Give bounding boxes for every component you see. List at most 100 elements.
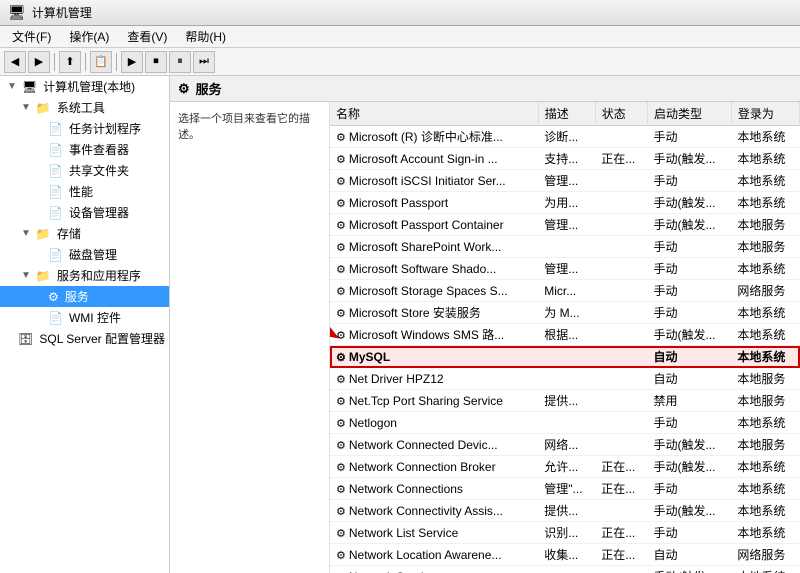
service-name: ⚙Network List Service bbox=[330, 522, 538, 544]
back-button[interactable]: ◀ bbox=[4, 51, 26, 73]
service-name: ⚙Microsoft Account Sign-in ... bbox=[330, 148, 538, 170]
service-desc: 允许... bbox=[538, 456, 595, 478]
gear-icon: ⚙ bbox=[336, 352, 346, 364]
service-status: 正在... bbox=[595, 544, 647, 566]
sidebar-item-devmgr[interactable]: 📄设备管理器 bbox=[0, 202, 169, 223]
table-row[interactable]: ⚙Microsoft Account Sign-in ...支持...正在...… bbox=[330, 148, 800, 170]
sidebar-item-services[interactable]: ⚙服务 bbox=[0, 286, 169, 307]
pause-button[interactable]: ⏸ bbox=[169, 51, 191, 73]
column-header[interactable]: 状态 bbox=[595, 102, 647, 126]
sidebar-item-event[interactable]: 📄事件查看器 bbox=[0, 139, 169, 160]
service-desc: 收集... bbox=[538, 544, 595, 566]
gear-icon: ⚙ bbox=[336, 220, 346, 232]
service-name: ⚙Network Connectivity Assis... bbox=[330, 500, 538, 522]
service-status: 正在... bbox=[595, 522, 647, 544]
service-login: 本地服务 bbox=[731, 236, 799, 258]
service-status bbox=[595, 566, 647, 573]
table-row[interactable]: ⚙Network List Service识别...正在...手动本地系统 bbox=[330, 522, 800, 544]
menu-item[interactable]: 帮助(H) bbox=[177, 26, 234, 47]
item-icon: 📄 bbox=[48, 206, 63, 220]
item-icon: 📄 bbox=[48, 143, 63, 157]
table-row[interactable]: ⚙Network Connected Devic...网络...手动(触发...… bbox=[330, 434, 800, 456]
table-row[interactable]: ⚙Network Connectivity Assis...提供...手动(触发… bbox=[330, 500, 800, 522]
gear-icon: ⚙ bbox=[336, 462, 346, 474]
menu-item[interactable]: 文件(F) bbox=[4, 26, 59, 47]
services-icon: ⚙ bbox=[48, 290, 59, 304]
sidebar-item-root[interactable]: ▼🖥计算机管理(本地) bbox=[0, 76, 169, 97]
description-panel: 选择一个项目来查看它的描述。 bbox=[170, 102, 330, 573]
up-button[interactable]: ⬆ bbox=[59, 51, 81, 73]
table-row[interactable]: ⚙Microsoft SharePoint Work...手动本地服务 bbox=[330, 236, 800, 258]
gear-icon: ⚙ bbox=[336, 528, 346, 540]
sidebar-item-tools[interactable]: ▼📁系统工具 bbox=[0, 97, 169, 118]
sidebar-item-sqlserver[interactable]: 🗄SQL Server 配置管理器 bbox=[0, 328, 169, 349]
show-hide-button[interactable]: 📋 bbox=[90, 51, 112, 73]
service-name: ⚙Net.Tcp Port Sharing Service bbox=[330, 390, 538, 412]
sidebar-label: 性能 bbox=[69, 183, 93, 200]
table-row[interactable]: ⚙Network Connections管理"...正在...手动本地系统 bbox=[330, 478, 800, 500]
service-startup: 手动(触发... bbox=[647, 500, 731, 522]
column-header[interactable]: 登录为 bbox=[731, 102, 799, 126]
table-row[interactable]: ⚙Microsoft Passport为用...手动(触发...本地系统 bbox=[330, 192, 800, 214]
service-login: 本地系统 bbox=[731, 126, 799, 148]
table-row[interactable]: ⚙Microsoft Storage Spaces S...Micr...手动网… bbox=[330, 280, 800, 302]
table-row[interactable]: ⚙Network Connection Broker允许...正在...手动(触… bbox=[330, 456, 800, 478]
sidebar-item-task[interactable]: 📄任务计划程序 bbox=[0, 118, 169, 139]
column-header[interactable]: 名称 bbox=[330, 102, 538, 126]
sidebar-item-diskmgr[interactable]: 📄磁盘管理 bbox=[0, 244, 169, 265]
service-desc: 提供... bbox=[538, 390, 595, 412]
service-login: 本地服务 bbox=[731, 368, 799, 390]
service-desc: 管理"... bbox=[538, 478, 595, 500]
service-name: ⚙Microsoft Passport Container bbox=[330, 214, 538, 236]
service-name: ⚙Netlogon bbox=[330, 412, 538, 434]
service-startup: 手动 bbox=[647, 258, 731, 280]
sidebar-item-share[interactable]: 📄共享文件夹 bbox=[0, 160, 169, 181]
table-row[interactable]: ⚙Network Service手动(触发...本地系统 bbox=[330, 566, 800, 573]
item-icon: 📄 bbox=[48, 185, 63, 199]
service-desc bbox=[538, 236, 595, 258]
column-header[interactable]: 启动类型 bbox=[647, 102, 731, 126]
gear-icon: ⚙ bbox=[336, 550, 346, 562]
sql-icon: 🗄 bbox=[18, 332, 33, 346]
forward-button[interactable]: ▶ bbox=[28, 51, 50, 73]
service-status bbox=[595, 500, 647, 522]
service-startup: 手动(触发... bbox=[647, 324, 731, 346]
service-startup: 手动 bbox=[647, 302, 731, 324]
service-startup: 手动(触发... bbox=[647, 214, 731, 236]
content-area: ⚙ 服务 选择一个项目来查看它的描述。 名称描述状态启动类型登录为 ⚙Micro… bbox=[170, 76, 800, 573]
table-row[interactable]: ⚙Microsoft Windows SMS 路...根据...手动(触发...… bbox=[330, 324, 800, 346]
table-row[interactable]: ⚙MySQL自动本地系统 bbox=[330, 346, 800, 368]
services-icon: ⚙ bbox=[178, 81, 190, 97]
sidebar-item-storage[interactable]: ▼📁存储 bbox=[0, 223, 169, 244]
table-row[interactable]: ⚙Microsoft Store 安装服务为 M...手动本地系统 bbox=[330, 302, 800, 324]
menu-item[interactable]: 操作(A) bbox=[61, 26, 117, 47]
service-login: 本地服务 bbox=[731, 390, 799, 412]
sidebar-item-perf[interactable]: 📄 性能 bbox=[0, 181, 169, 202]
service-startup: 自动 bbox=[647, 368, 731, 390]
table-row[interactable]: ⚙Net Driver HPZ12自动本地服务 bbox=[330, 368, 800, 390]
services-panel[interactable]: 名称描述状态启动类型登录为 ⚙Microsoft (R) 诊断中心标准...诊断… bbox=[330, 102, 800, 573]
service-status bbox=[595, 214, 647, 236]
table-row[interactable]: ⚙Microsoft Passport Container管理...手动(触发.… bbox=[330, 214, 800, 236]
table-row[interactable]: ⚙Microsoft (R) 诊断中心标准...诊断...手动本地系统 bbox=[330, 126, 800, 148]
column-header[interactable]: 描述 bbox=[538, 102, 595, 126]
table-row[interactable]: ⚙Network Location Awarene...收集...正在...自动… bbox=[330, 544, 800, 566]
table-row[interactable]: ⚙Netlogon手动本地系统 bbox=[330, 412, 800, 434]
service-status bbox=[595, 192, 647, 214]
menu-item[interactable]: 查看(V) bbox=[119, 26, 175, 47]
service-status: 正在... bbox=[595, 148, 647, 170]
table-row[interactable]: ⚙Net.Tcp Port Sharing Service提供...禁用本地服务 bbox=[330, 390, 800, 412]
service-login: 本地系统 bbox=[731, 456, 799, 478]
service-login: 网络服务 bbox=[731, 544, 799, 566]
service-desc bbox=[538, 412, 595, 434]
gear-icon: ⚙ bbox=[336, 132, 346, 144]
stop-button[interactable]: ⏹ bbox=[145, 51, 167, 73]
restart-button[interactable]: ⏭ bbox=[193, 51, 215, 73]
sidebar-item-services-app[interactable]: ▼📁服务和应用程序 bbox=[0, 265, 169, 286]
service-login: 本地系统 bbox=[731, 258, 799, 280]
table-row[interactable]: ⚙Microsoft iSCSI Initiator Ser...管理...手动… bbox=[330, 170, 800, 192]
play-button[interactable]: ▶ bbox=[121, 51, 143, 73]
table-row[interactable]: ⚙Microsoft Software Shado...管理...手动本地系统 bbox=[330, 258, 800, 280]
sidebar-item-wmi[interactable]: 📄WMI 控件 bbox=[0, 307, 169, 328]
gear-icon: ⚙ bbox=[336, 484, 346, 496]
